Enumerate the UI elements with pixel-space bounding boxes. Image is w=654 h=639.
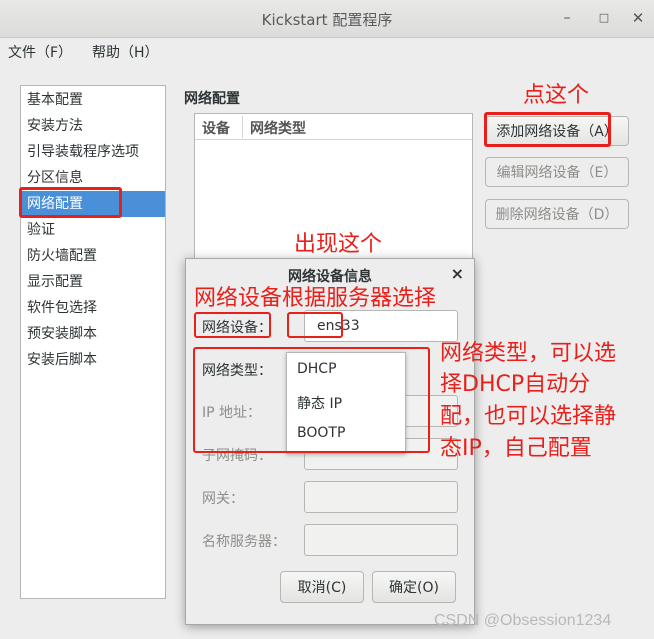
highlight-add-button — [484, 112, 611, 147]
menubar: 文件（F） 帮助（H） — [0, 38, 654, 64]
sidebar-item-bootloader[interactable]: 引导装载程序选项 — [21, 139, 165, 165]
highlight-sidebar-network — [19, 187, 122, 218]
column-device[interactable]: 设备 — [202, 118, 230, 138]
highlight-network-type — [193, 347, 430, 453]
gateway-label: 网关： — [202, 491, 244, 507]
sidebar-item-display[interactable]: 显示配置 — [21, 269, 165, 295]
nameserver-label: 名称服务器： — [202, 534, 286, 550]
annotation-type-note-4: 态IP，自己配置 — [440, 436, 592, 461]
annotation-type-note-3: 配，也可以选择静 — [440, 404, 617, 429]
annotation-type-note-2: 择DHCP自动分 — [440, 372, 591, 397]
cancel-button[interactable]: 取消(C) — [280, 571, 364, 603]
category-list: 基本配置 安装方法 引导装载程序选项 分区信息 网络配置 验证 防火墙配置 显示… — [20, 85, 166, 599]
sidebar-item-post-script[interactable]: 安装后脚本 — [21, 347, 165, 373]
sidebar-item-firewall[interactable]: 防火墙配置 — [21, 243, 165, 269]
section-title: 网络配置 — [184, 91, 240, 107]
column-divider — [242, 116, 243, 138]
edit-network-device-button[interactable]: 编辑网络设备（E） — [485, 157, 629, 187]
gateway-field[interactable] — [304, 481, 458, 513]
table-header-divider — [195, 139, 472, 140]
highlight-device-value — [287, 312, 343, 338]
annotation-click-here: 点这个 — [523, 83, 590, 108]
nameserver-field[interactable] — [304, 524, 458, 556]
sidebar-item-pre-script[interactable]: 预安装脚本 — [21, 321, 165, 347]
sidebar-item-auth[interactable]: 验证 — [21, 217, 165, 243]
sidebar-item-basic[interactable]: 基本配置 — [21, 87, 165, 113]
menu-file[interactable]: 文件（F） — [8, 42, 72, 62]
sidebar-item-packages[interactable]: 软件包选择 — [21, 295, 165, 321]
delete-network-device-button[interactable]: 删除网络设备（D） — [485, 199, 629, 229]
ok-button[interactable]: 确定(O) — [372, 571, 456, 603]
window-titlebar: Kickstart 配置程序 – □ ✕ — [0, 0, 654, 38]
dialog-title: 网络设备信息 — [288, 269, 372, 285]
highlight-device-label — [194, 312, 271, 338]
window-title: Kickstart 配置程序 — [261, 11, 393, 29]
column-network-type[interactable]: 网络类型 — [250, 118, 306, 138]
maximize-icon[interactable]: □ — [594, 8, 614, 28]
menu-help[interactable]: 帮助（H） — [92, 42, 159, 62]
dialog-close-icon[interactable]: × — [451, 264, 464, 283]
annotation-type-note-1: 网络类型，可以选 — [440, 341, 617, 366]
minimize-icon[interactable]: – — [557, 8, 577, 28]
watermark: CSDN @Obsession1234 — [434, 612, 612, 629]
sidebar-item-install-method[interactable]: 安装方法 — [21, 113, 165, 139]
close-icon[interactable]: ✕ — [628, 8, 648, 28]
annotation-device-note: 网络设备根据服务器选择 — [194, 286, 437, 311]
annotation-appears: 出现这个 — [294, 232, 383, 257]
